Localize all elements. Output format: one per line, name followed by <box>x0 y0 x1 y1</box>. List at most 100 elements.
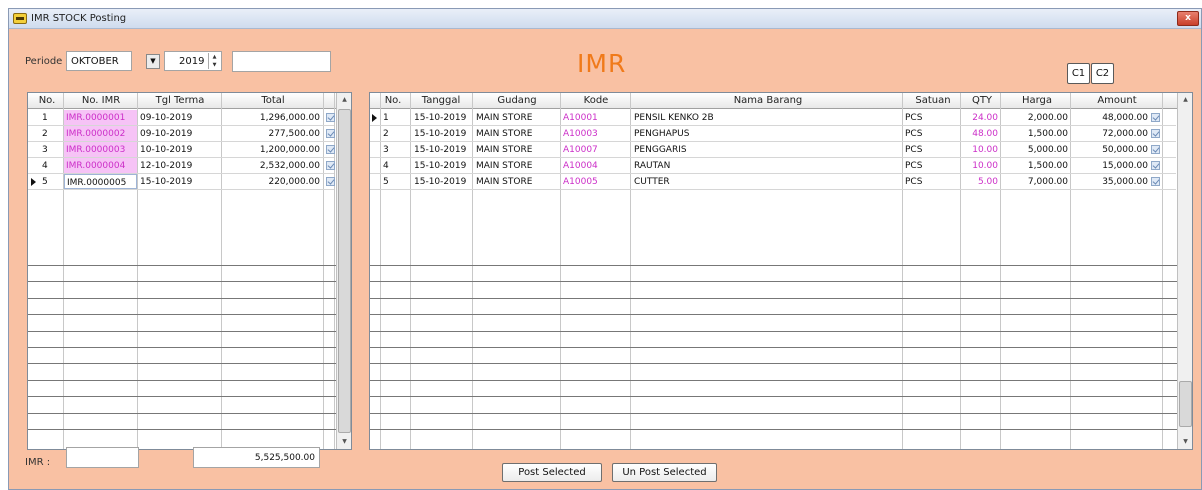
checkbox-checked-icon[interactable] <box>326 113 335 122</box>
row-gudang: MAIN STORE <box>476 113 533 123</box>
col-kode[interactable]: Kode <box>562 95 630 106</box>
row-kode: A10001 <box>563 113 598 123</box>
row-date: 15-10-2019 <box>414 129 467 139</box>
row-divider <box>370 189 1176 190</box>
close-button[interactable]: x <box>1177 11 1199 26</box>
imr-list-grid[interactable]: No. No. IMR Tgl Terma Total 1 IMR.0000001… <box>27 92 352 450</box>
row-total: 1,296,000.00 <box>259 113 320 123</box>
row-no: 3 <box>42 145 48 155</box>
scroll-thumb[interactable] <box>338 109 351 433</box>
row-divider <box>28 265 351 266</box>
vertical-scrollbar[interactable]: ▲ ▼ <box>1177 93 1192 449</box>
c1-button[interactable]: C1 <box>1067 63 1090 84</box>
imr-number[interactable]: IMR.0000002 <box>64 126 137 141</box>
row-nama-barang: PENSIL KENKO 2B <box>634 113 714 123</box>
col-no[interactable]: No. <box>378 95 408 106</box>
table-row[interactable]: 3 IMR.0000003 10-10-2019 1,200,000.00 <box>28 142 335 158</box>
row-kode: A10005 <box>563 177 598 187</box>
row-divider <box>28 379 351 381</box>
checkbox-checked-icon[interactable] <box>1151 177 1160 186</box>
row-divider <box>370 379 1192 381</box>
imr-footer-label: IMR : <box>25 457 51 468</box>
scroll-up-icon[interactable]: ▲ <box>1178 93 1192 107</box>
checkbox-checked-icon[interactable] <box>326 129 335 138</box>
imr-number[interactable]: IMR.0000004 <box>64 158 137 173</box>
scroll-down-icon[interactable]: ▼ <box>1178 435 1192 449</box>
scroll-up-icon[interactable]: ▲ <box>337 93 351 107</box>
table-row[interactable]: 3 15-10-2019 MAIN STORE A10007 PENGGARIS PCS 1… <box>370 142 1176 158</box>
row-kode: A10004 <box>563 161 598 171</box>
post-selected-button[interactable]: Post Selected <box>502 463 602 482</box>
row-total: 220,000.00 <box>268 177 320 187</box>
checkbox-checked-icon[interactable] <box>1151 113 1160 122</box>
checkbox-checked-icon[interactable] <box>326 145 335 154</box>
col-tgl-terima[interactable]: Tgl Terma <box>139 95 221 106</box>
row-divider <box>28 412 351 414</box>
vertical-scrollbar[interactable]: ▲ ▼ <box>336 93 351 449</box>
row-amount: 48,000.00 <box>1102 113 1148 123</box>
table-row[interactable]: 1 15-10-2019 MAIN STORE A10001 PENSIL KENKO … <box>370 110 1176 126</box>
col-tanggal[interactable]: Tanggal <box>410 95 472 106</box>
table-row[interactable]: 4 15-10-2019 MAIN STORE A10004 RAUTAN PCS 10.0… <box>370 158 1176 174</box>
row-divider <box>370 265 1192 266</box>
spin-arrows-icon[interactable]: ▲ ▼ <box>208 53 220 69</box>
grand-total-field: 5,525,500.00 <box>193 447 320 468</box>
table-row[interactable]: 2 15-10-2019 MAIN STORE A10003 PENGHAPUS PCS 4… <box>370 126 1176 142</box>
imr-number[interactable]: IMR.0000005 <box>64 174 137 189</box>
row-divider <box>370 297 1192 299</box>
col-no[interactable]: No. <box>34 95 60 106</box>
row-satuan: PCS <box>905 145 923 155</box>
periode-label: Periode <box>25 56 63 67</box>
table-row[interactable]: 1 IMR.0000001 09-10-2019 1,296,000.00 <box>28 110 335 126</box>
row-date: 15-10-2019 <box>414 113 467 123</box>
checkbox-checked-icon[interactable] <box>326 161 335 170</box>
checkbox-checked-icon[interactable] <box>326 177 335 186</box>
filter-input[interactable] <box>232 51 331 72</box>
chevron-down-icon[interactable]: ▼ <box>146 54 160 69</box>
row-amount: 72,000.00 <box>1102 129 1148 139</box>
row-nama-barang: RAUTAN <box>634 161 671 171</box>
row-harga: 1,500.00 <box>1027 129 1068 139</box>
row-qty: 24.00 <box>972 113 998 123</box>
imr-number[interactable]: IMR.0000001 <box>64 110 137 125</box>
row-satuan: PCS <box>905 161 923 171</box>
imr-footer-input[interactable] <box>66 447 139 468</box>
col-satuan[interactable]: Satuan <box>904 95 962 106</box>
row-divider <box>28 314 351 316</box>
row-date: 15-10-2019 <box>414 177 467 187</box>
col-amount[interactable]: Amount <box>1072 95 1162 106</box>
scroll-thumb[interactable] <box>1179 381 1192 427</box>
row-satuan: PCS <box>905 113 923 123</box>
year-spinner[interactable]: 2019 ▲ ▼ <box>164 51 222 71</box>
checkbox-checked-icon[interactable] <box>1151 161 1160 170</box>
col-harga[interactable]: Harga <box>1002 95 1072 106</box>
col-qty[interactable]: QTY <box>962 95 1002 106</box>
scroll-down-icon[interactable]: ▼ <box>337 435 351 449</box>
receive-date: 15-10-2019 <box>140 177 193 187</box>
row-divider <box>28 363 351 365</box>
row-satuan: PCS <box>905 129 923 139</box>
table-row[interactable]: 5 15-10-2019 MAIN STORE A10005 CUTTER PCS 5.00… <box>370 174 1176 190</box>
row-date: 15-10-2019 <box>414 161 467 171</box>
c2-button[interactable]: C2 <box>1091 63 1114 84</box>
row-amount: 35,000.00 <box>1102 177 1148 187</box>
unpost-selected-button[interactable]: Un Post Selected <box>612 463 717 482</box>
imr-detail-grid[interactable]: No. Tanggal Gudang Kode Nama Barang Satu… <box>369 92 1193 450</box>
col-nama-barang[interactable]: Nama Barang <box>632 95 904 106</box>
col-no-imr[interactable]: No. IMR <box>65 95 137 106</box>
imr-stock-posting-window: IMR STOCK Posting x Periode OKTOBER ▼ 20… <box>8 8 1202 490</box>
row-divider <box>28 189 334 190</box>
imr-number[interactable]: IMR.0000003 <box>64 142 137 157</box>
checkbox-checked-icon[interactable] <box>1151 129 1160 138</box>
row-no: 4 <box>383 161 389 171</box>
table-row[interactable]: 2 IMR.0000002 09-10-2019 277,500.00 <box>28 126 335 142</box>
row-gudang: MAIN STORE <box>476 177 533 187</box>
checkbox-checked-icon[interactable] <box>1151 145 1160 154</box>
col-gudang[interactable]: Gudang <box>474 95 560 106</box>
table-row[interactable]: 4 IMR.0000004 12-10-2019 2,532,000.00 <box>28 158 335 174</box>
row-qty: 5.00 <box>977 177 998 187</box>
grid-header: No. No. IMR Tgl Terma Total <box>28 93 351 109</box>
month-select[interactable]: OKTOBER <box>66 51 132 71</box>
table-row[interactable]: 5 IMR.0000005 15-10-2019 220,000.00 <box>28 174 335 190</box>
col-total[interactable]: Total <box>223 95 323 106</box>
